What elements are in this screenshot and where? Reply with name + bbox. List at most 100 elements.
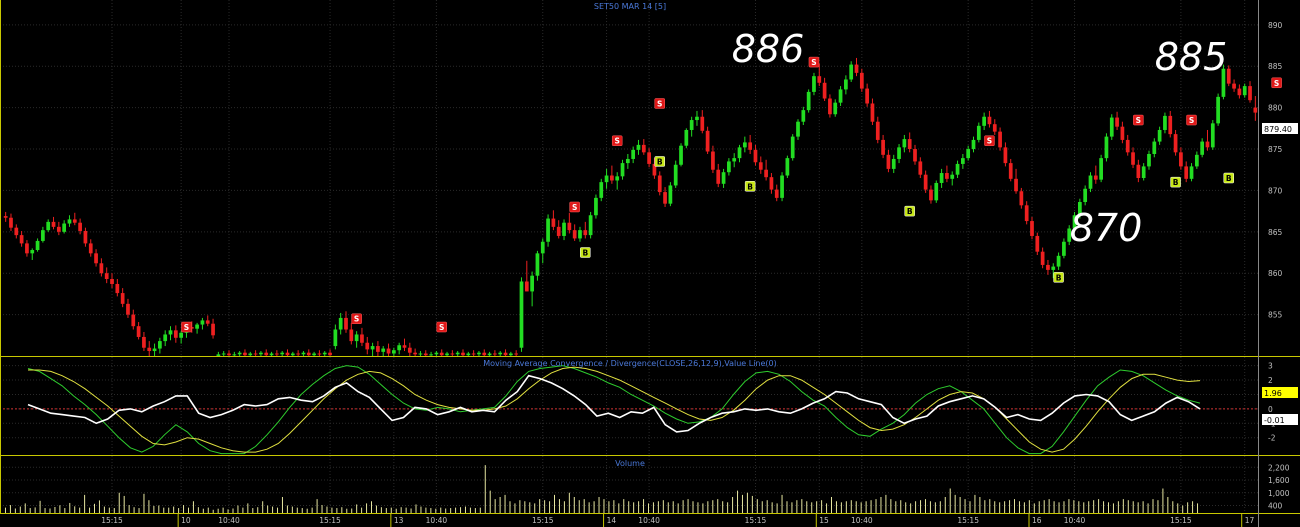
candle-body <box>1104 136 1109 159</box>
candle-body <box>753 149 758 163</box>
candle-body <box>1035 235 1040 252</box>
candle-body <box>594 197 598 216</box>
signal-label: S <box>354 315 359 324</box>
signal-label: S <box>657 99 662 108</box>
candle-body <box>695 116 699 121</box>
x-tick-label: 10:40 <box>426 516 448 525</box>
candle-body <box>1120 126 1125 140</box>
macd-panel-title: Moving Average Convergence / Divergence(… <box>483 359 777 368</box>
candle-body <box>205 320 210 324</box>
sell-signal-mark: S <box>611 135 623 146</box>
candle-body <box>641 144 646 153</box>
candle-body <box>828 98 832 115</box>
candle-body <box>1248 86 1252 101</box>
candle-body <box>450 353 455 355</box>
x-tick-label: 15:15 <box>319 516 341 525</box>
zero-readout: -0.01 <box>1264 416 1285 425</box>
candle-body <box>434 352 439 355</box>
candle-body <box>67 219 72 224</box>
x-tick-label: 17 <box>1245 516 1255 525</box>
candle-body <box>844 79 848 90</box>
signal-label: B <box>1173 178 1179 187</box>
candle-body <box>99 263 104 274</box>
candle-body <box>955 163 960 175</box>
signal-label: S <box>615 137 620 146</box>
candle-body <box>567 222 572 231</box>
candle-body <box>1152 141 1157 154</box>
x-tick-label: 15:15 <box>1170 516 1192 525</box>
candle-body <box>530 275 534 292</box>
candle-body <box>35 240 40 251</box>
candle-body <box>615 176 620 181</box>
volume-tick-label: 1,600 <box>1268 476 1290 485</box>
candle-body <box>126 303 130 315</box>
signal-label: B <box>747 182 753 191</box>
candle-body <box>748 142 753 150</box>
candle-body <box>939 173 944 183</box>
volume-tick-label: 400 <box>1268 502 1283 511</box>
candle-body <box>1046 264 1050 270</box>
candle-body <box>817 76 822 83</box>
candle-body <box>88 243 93 254</box>
x-tick-label: 15:15 <box>745 516 767 525</box>
candle-body <box>14 227 19 236</box>
candle-body <box>833 102 838 115</box>
candle-body <box>801 110 806 122</box>
sell-signal-mark: S <box>654 98 665 109</box>
candle-body <box>705 130 710 152</box>
candle-body <box>742 142 747 148</box>
candle-body <box>275 353 279 355</box>
candle-body <box>9 217 13 228</box>
candle <box>594 194 598 219</box>
candle-body <box>700 116 705 131</box>
candle-body <box>429 354 433 356</box>
candle-body <box>131 314 136 327</box>
candle-body <box>376 346 380 352</box>
candle-body <box>195 324 199 329</box>
candle-body <box>1088 175 1093 189</box>
candle-body <box>891 158 896 169</box>
candle-body <box>439 352 444 356</box>
candle-body <box>514 353 519 355</box>
candle-body <box>907 139 912 150</box>
candle-body <box>333 329 338 347</box>
candle <box>780 172 784 202</box>
candle-body <box>407 347 412 353</box>
signal-label: B <box>582 249 588 258</box>
candle <box>806 89 811 113</box>
candle-body <box>312 353 316 356</box>
x-tick-label: 10:40 <box>1064 516 1086 525</box>
candle-body <box>1237 88 1242 96</box>
candle-body <box>1216 96 1220 124</box>
candle-body <box>982 116 986 126</box>
candle <box>679 143 683 167</box>
candle-body <box>471 353 476 355</box>
candle-body <box>285 352 290 356</box>
candle-body <box>524 281 529 292</box>
candle-body <box>583 230 588 236</box>
candle-body <box>806 91 811 111</box>
candle-body <box>551 218 556 227</box>
candle-body <box>296 353 300 355</box>
candle-body <box>248 353 253 356</box>
candle-body <box>998 131 1002 148</box>
candle <box>790 134 795 161</box>
candle-body <box>1168 115 1173 135</box>
candle-body <box>423 353 428 356</box>
candle-body <box>19 235 24 244</box>
candle-body <box>875 121 880 140</box>
buy-signal-mark: B <box>904 205 915 217</box>
candle-body <box>173 330 178 338</box>
candle-body <box>620 163 625 177</box>
candle-body <box>870 103 875 122</box>
candle-body <box>243 352 247 356</box>
candle-body <box>1173 134 1178 153</box>
candle-body <box>1014 178 1018 192</box>
candle-body <box>3 216 8 218</box>
candle <box>1099 154 1103 183</box>
signal-label: S <box>184 323 189 332</box>
candle-body <box>562 222 566 236</box>
candle-body <box>487 353 492 356</box>
x-tick-label: 10:40 <box>851 516 873 525</box>
candle-body <box>51 221 56 227</box>
